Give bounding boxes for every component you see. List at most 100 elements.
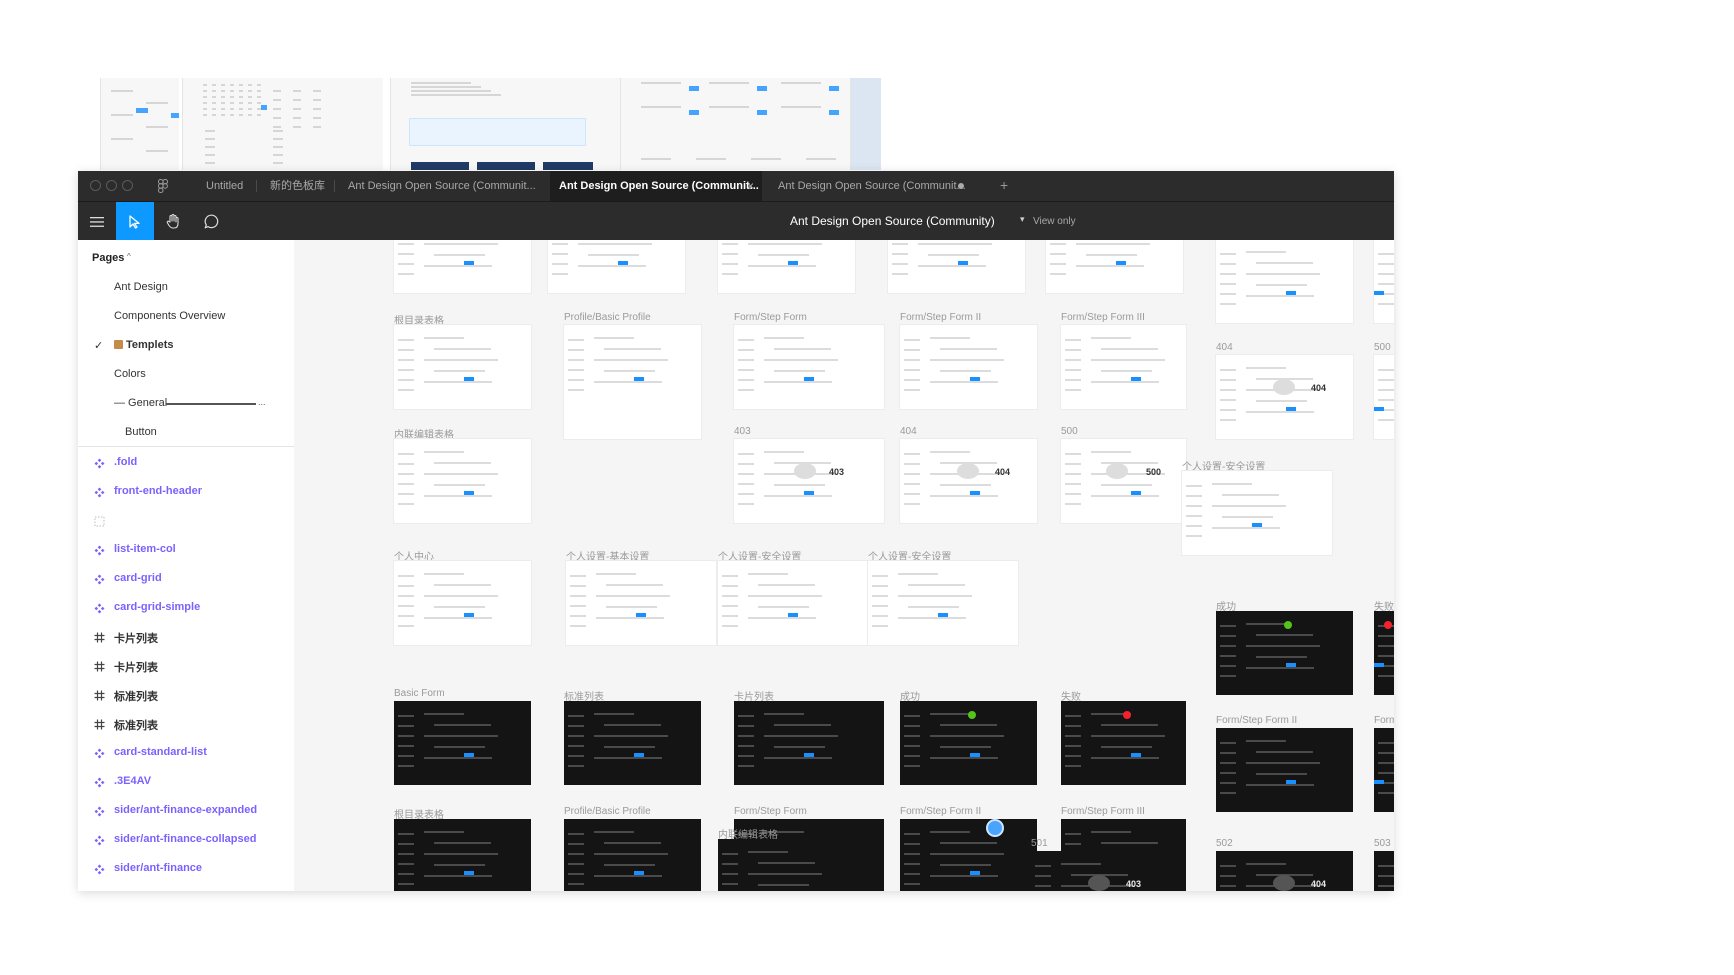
page-item[interactable]: Button	[78, 423, 294, 443]
move-pointer-icon[interactable]	[116, 202, 154, 241]
canvas-frame[interactable]	[900, 819, 1037, 891]
canvas-frame[interactable]	[394, 240, 531, 293]
canvas-frame-label[interactable]: Form/Step Form	[734, 806, 807, 817]
canvas-frame[interactable]	[394, 325, 531, 409]
tab-ant-design-active[interactable]: Ant Design Open Source (Communit... ×	[550, 171, 762, 201]
canvas-frame-label[interactable]: Form/Step Form II	[1216, 715, 1297, 726]
tab-untitled[interactable]: Untitled	[198, 171, 256, 201]
canvas-frame-label[interactable]: Form/Step Form III	[1061, 806, 1145, 817]
canvas-frame[interactable]	[564, 701, 701, 785]
canvas-frame-label[interactable]: 502	[1216, 838, 1233, 849]
canvas-frame[interactable]: 500	[1061, 439, 1186, 523]
canvas-frame[interactable]	[394, 819, 531, 891]
chevron-down-icon[interactable]: ▾	[1020, 214, 1025, 225]
window-close-button[interactable]	[90, 180, 101, 191]
canvas-frame-label[interactable]: Form/Step Form III	[1374, 715, 1394, 726]
tab-close-icon[interactable]: ×	[747, 171, 754, 201]
canvas[interactable]: Basic Form标准列表卡片列表成功失败Form/Step Form IIF…	[294, 240, 1394, 891]
canvas-frame-label[interactable]: 501	[1031, 838, 1048, 849]
window-minimize-button[interactable]	[106, 180, 117, 191]
canvas-frame[interactable]	[1061, 325, 1186, 409]
canvas-frame-label[interactable]: Basic Form	[394, 688, 445, 699]
canvas-frame[interactable]	[1374, 611, 1394, 695]
page-item[interactable]: Ant Design	[78, 278, 294, 298]
canvas-frame-label[interactable]: Profile/Basic Profile	[564, 806, 651, 817]
layer-item[interactable]: card-standard-list	[78, 743, 294, 763]
layer-item[interactable]: sider/ant-finance	[78, 859, 294, 879]
layer-item[interactable]	[78, 511, 294, 531]
canvas-frame[interactable]	[1182, 471, 1332, 555]
canvas-frame[interactable]: 403	[1031, 851, 1168, 891]
layer-item[interactable]: .fold	[78, 453, 294, 473]
file-title[interactable]: Ant Design Open Source (Community)	[790, 214, 995, 228]
figma-logo-icon[interactable]	[158, 179, 168, 198]
canvas-frame[interactable]: 500	[1374, 355, 1394, 439]
canvas-frame[interactable]	[548, 240, 685, 293]
canvas-frame[interactable]	[888, 240, 1025, 293]
canvas-frame[interactable]	[718, 561, 868, 645]
layer-item-label: sider/ant-finance-expanded	[114, 804, 258, 816]
tab-ant-design-1[interactable]: Ant Design Open Source (Communit...	[340, 171, 540, 201]
canvas-frame[interactable]	[1046, 240, 1183, 293]
layer-item[interactable]: front-end-header	[78, 482, 294, 502]
layer-item[interactable]: 标准列表	[78, 714, 294, 734]
chevron-up-icon[interactable]: ^	[127, 252, 131, 261]
layer-item[interactable]: list-item-col	[78, 540, 294, 560]
canvas-frame-label[interactable]: 404	[1216, 342, 1233, 353]
canvas-frame-label[interactable]: 404	[900, 426, 917, 437]
canvas-frame[interactable]	[566, 561, 716, 645]
canvas-frame-label[interactable]: Form/Step Form II	[900, 806, 981, 817]
canvas-frame[interactable]	[394, 561, 531, 645]
layer-item[interactable]: 标准列表	[78, 685, 294, 705]
canvas-frame[interactable]	[1216, 611, 1353, 695]
layer-item[interactable]: sider/ant-finance-collapsed	[78, 830, 294, 850]
layer-item[interactable]: 卡片列表	[78, 656, 294, 676]
canvas-frame[interactable]	[1374, 240, 1394, 323]
canvas-frame[interactable]	[564, 325, 701, 439]
layer-item[interactable]: sider/ant-finance-expanded	[78, 801, 294, 821]
layer-item[interactable]: card-grid-simple	[78, 598, 294, 618]
canvas-frame[interactable]	[718, 240, 855, 293]
canvas-frame[interactable]	[900, 325, 1037, 409]
canvas-frame[interactable]: 403	[734, 439, 884, 523]
canvas-frame-label[interactable]: 403	[734, 426, 751, 437]
page-item[interactable]: — General...	[78, 394, 294, 414]
tab-ant-design-3[interactable]: Ant Design Open Source (Communit...	[770, 171, 970, 201]
canvas-frame[interactable]: 404	[900, 439, 1037, 523]
page-item[interactable]: Components Overview	[78, 307, 294, 327]
canvas-frame-label[interactable]: Form/Step Form III	[1061, 312, 1145, 323]
canvas-frame[interactable]	[394, 439, 531, 523]
canvas-frame-label[interactable]: Profile/Basic Profile	[564, 312, 651, 323]
canvas-frame[interactable]	[394, 701, 531, 785]
canvas-frame[interactable]	[1374, 728, 1394, 812]
canvas-frame[interactable]	[1061, 701, 1186, 785]
canvas-frame[interactable]: 404	[1216, 355, 1353, 439]
page-item[interactable]: Templets ✓	[78, 336, 294, 356]
canvas-frame[interactable]: 404	[1216, 851, 1353, 891]
canvas-frame[interactable]	[564, 819, 701, 891]
canvas-frame-label[interactable]: 503	[1374, 838, 1391, 849]
layer-item-label: list-item-col	[114, 543, 176, 555]
canvas-frame-label[interactable]: Form/Step Form	[734, 312, 807, 323]
canvas-frame[interactable]	[900, 701, 1037, 785]
new-tab-plus-icon[interactable]: +	[1000, 178, 1008, 192]
canvas-frame[interactable]	[1216, 240, 1353, 323]
canvas-frame[interactable]	[734, 701, 884, 785]
page-item[interactable]: Colors	[78, 365, 294, 385]
canvas-frame-label[interactable]: Form/Step Form II	[900, 312, 981, 323]
canvas-frame-label[interactable]: 500	[1374, 342, 1391, 353]
canvas-frame[interactable]: 500	[1374, 851, 1394, 891]
canvas-frame[interactable]	[868, 561, 1018, 645]
layer-item[interactable]: card-grid	[78, 569, 294, 589]
canvas-frame-label[interactable]: 500	[1061, 426, 1078, 437]
tab-color-library[interactable]: 新的色板库	[262, 171, 334, 201]
menu-icon[interactable]	[78, 202, 116, 241]
canvas-frame[interactable]	[734, 325, 884, 409]
layer-item[interactable]: 卡片列表	[78, 627, 294, 647]
hand-icon[interactable]	[154, 202, 192, 241]
window-maximize-button[interactable]	[122, 180, 133, 191]
canvas-frame[interactable]	[1216, 728, 1353, 812]
comment-icon[interactable]	[192, 202, 230, 241]
canvas-frame[interactable]	[718, 839, 868, 891]
layer-item[interactable]: .3E4AV	[78, 772, 294, 792]
